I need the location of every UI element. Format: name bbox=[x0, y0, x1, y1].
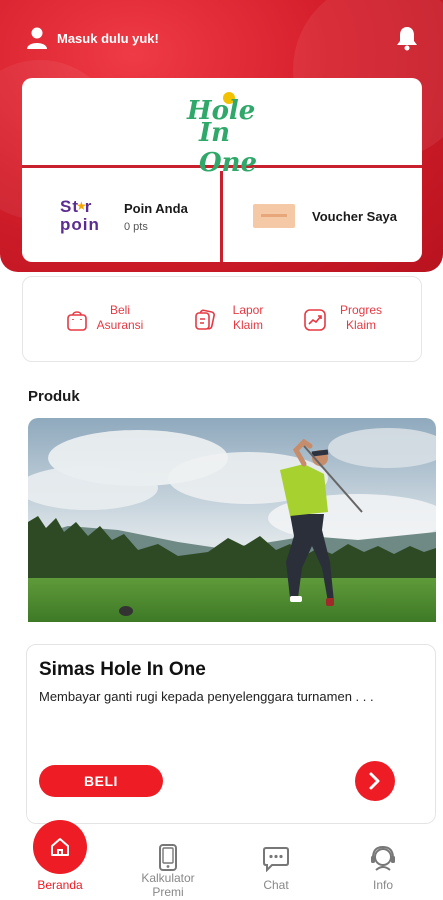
products-section-title: Produk bbox=[28, 388, 80, 405]
quick-actions: Beli Asuransi Lapor Klaim Progres Klaim bbox=[22, 276, 422, 362]
nav-item-chat[interactable]: Chat bbox=[231, 826, 321, 900]
points-panel[interactable]: St r ★ poin Poin Anda 0 pts bbox=[22, 171, 220, 262]
chevron-right-icon bbox=[369, 772, 380, 790]
voucher-thumbnail bbox=[253, 204, 295, 228]
nav-label-premium-calculator: Kalkulator Premi bbox=[141, 871, 195, 899]
bell-icon[interactable] bbox=[396, 25, 418, 51]
home-icon bbox=[51, 838, 69, 856]
nav-label-info: Info bbox=[372, 878, 393, 892]
product-info: Simas Hole In One Membayar ganti rugi ke… bbox=[26, 644, 436, 824]
nav-item-info[interactable]: Info bbox=[338, 826, 428, 900]
hole-in-one-logo: Hole In One bbox=[177, 91, 267, 178]
calculator-phone-icon bbox=[159, 844, 177, 871]
voucher-panel[interactable]: Voucher Saya bbox=[223, 171, 422, 262]
info-agent-icon bbox=[371, 845, 395, 871]
product-name: Simas Hole In One bbox=[39, 659, 206, 680]
top-bar: Masuk dulu yuk! bbox=[0, 22, 443, 54]
points-value: 0 pts bbox=[124, 221, 148, 233]
product-card[interactable]: Simas Hole In One Membayar ganti rugi ke… bbox=[26, 418, 436, 824]
nav-item-home[interactable]: Beranda bbox=[15, 820, 105, 900]
starpoin-logo: St r ★ poin bbox=[60, 197, 112, 237]
bag-icon bbox=[67, 311, 87, 331]
voucher-title: Voucher Saya bbox=[312, 209, 398, 224]
action-label: Lapor Klaim bbox=[232, 303, 264, 332]
claim-report-icon bbox=[195, 309, 215, 330]
points-title: Poin Anda bbox=[124, 201, 188, 216]
home-active-bubble bbox=[33, 820, 87, 874]
starpoin-star-icon: ★ bbox=[76, 199, 87, 213]
action-label: Beli Asuransi bbox=[96, 303, 144, 332]
starpoin-logo-bottom: poin bbox=[60, 215, 100, 234]
nav-label-chat: Chat bbox=[263, 878, 289, 892]
golfer-photo bbox=[28, 418, 436, 622]
product-description: Membayar ganti rugi kepada penyelenggara… bbox=[39, 689, 374, 704]
points-voucher-row: St r ★ poin Poin Anda 0 pts Voucher Saya bbox=[22, 171, 422, 262]
brand-logo-area: Hole In One bbox=[22, 78, 422, 178]
logo-line2: In One bbox=[199, 117, 258, 178]
nav-item-premium-calculator[interactable]: Kalkulator Premi bbox=[123, 826, 213, 900]
progress-chart-icon bbox=[304, 309, 326, 331]
login-prompt-link[interactable]: Masuk dulu yuk! bbox=[57, 31, 159, 46]
bottom-navigation: Beranda Kalkulator Premi Chat Info bbox=[0, 820, 443, 900]
nav-label-home: Beranda bbox=[37, 878, 83, 892]
user-icon[interactable] bbox=[26, 26, 48, 50]
account-card: Hole In One St r ★ poin Poin Anda 0 pts … bbox=[22, 78, 422, 262]
next-arrow-button[interactable] bbox=[355, 761, 395, 801]
buy-button[interactable]: BELI bbox=[39, 765, 163, 797]
chat-icon bbox=[263, 847, 289, 872]
action-label: Progres Klaim bbox=[339, 303, 383, 332]
